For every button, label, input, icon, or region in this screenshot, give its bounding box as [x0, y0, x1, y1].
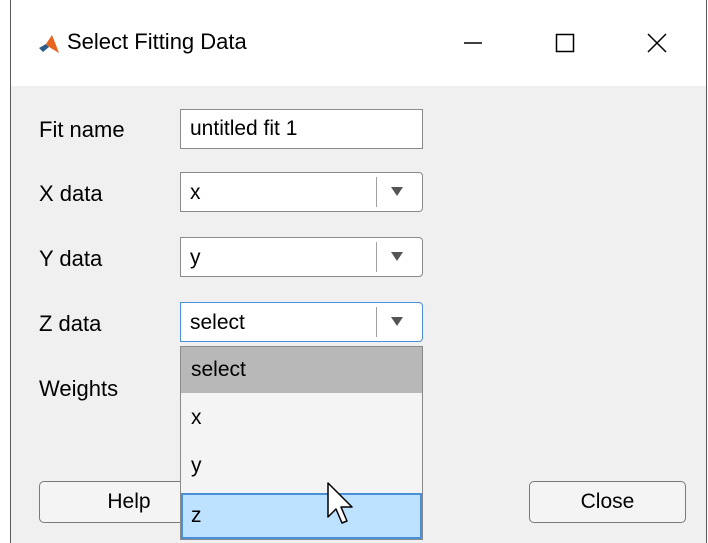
option-z[interactable]: z — [181, 493, 422, 539]
z-data-label: Z data — [39, 311, 102, 336]
x-data-value: x — [190, 181, 201, 204]
chevron-down-icon[interactable] — [391, 317, 403, 326]
y-data-dropdown[interactable]: y — [180, 237, 423, 277]
window-title: Select Fitting Data — [67, 29, 247, 54]
z-data-options-list: select x y z — [180, 346, 423, 540]
title-bar: Select Fitting Data — [11, 0, 706, 86]
maximize-icon — [555, 33, 575, 53]
chevron-down-icon[interactable] — [391, 252, 403, 261]
y-data-label: Y data — [39, 246, 103, 271]
dialog-window: Select Fitting Data Fit name untitled fi… — [10, 0, 707, 543]
combo-divider — [376, 307, 377, 337]
close-icon — [647, 33, 667, 53]
z-data-dropdown[interactable]: select — [180, 302, 423, 342]
y-data-value: y — [190, 246, 201, 269]
minimize-button[interactable] — [427, 0, 519, 86]
close-button[interactable]: Close — [529, 481, 686, 523]
x-data-label: X data — [39, 181, 103, 206]
mouse-pointer-icon — [327, 482, 353, 524]
option-x[interactable]: x — [181, 395, 422, 441]
chevron-down-icon[interactable] — [391, 187, 403, 196]
combo-divider — [376, 177, 377, 207]
minimize-icon — [464, 42, 482, 44]
weights-label: Weights — [39, 376, 119, 401]
z-data-value: select — [190, 311, 245, 334]
matlab-logo-icon — [39, 35, 59, 53]
fit-name-input[interactable]: untitled fit 1 — [180, 109, 423, 149]
fit-name-label: Fit name — [39, 117, 125, 142]
option-y[interactable]: y — [181, 443, 422, 489]
combo-divider — [376, 242, 377, 272]
close-window-button[interactable] — [611, 0, 703, 86]
maximize-button[interactable] — [519, 0, 611, 86]
x-data-dropdown[interactable]: x — [180, 172, 423, 212]
option-select[interactable]: select — [181, 347, 422, 393]
